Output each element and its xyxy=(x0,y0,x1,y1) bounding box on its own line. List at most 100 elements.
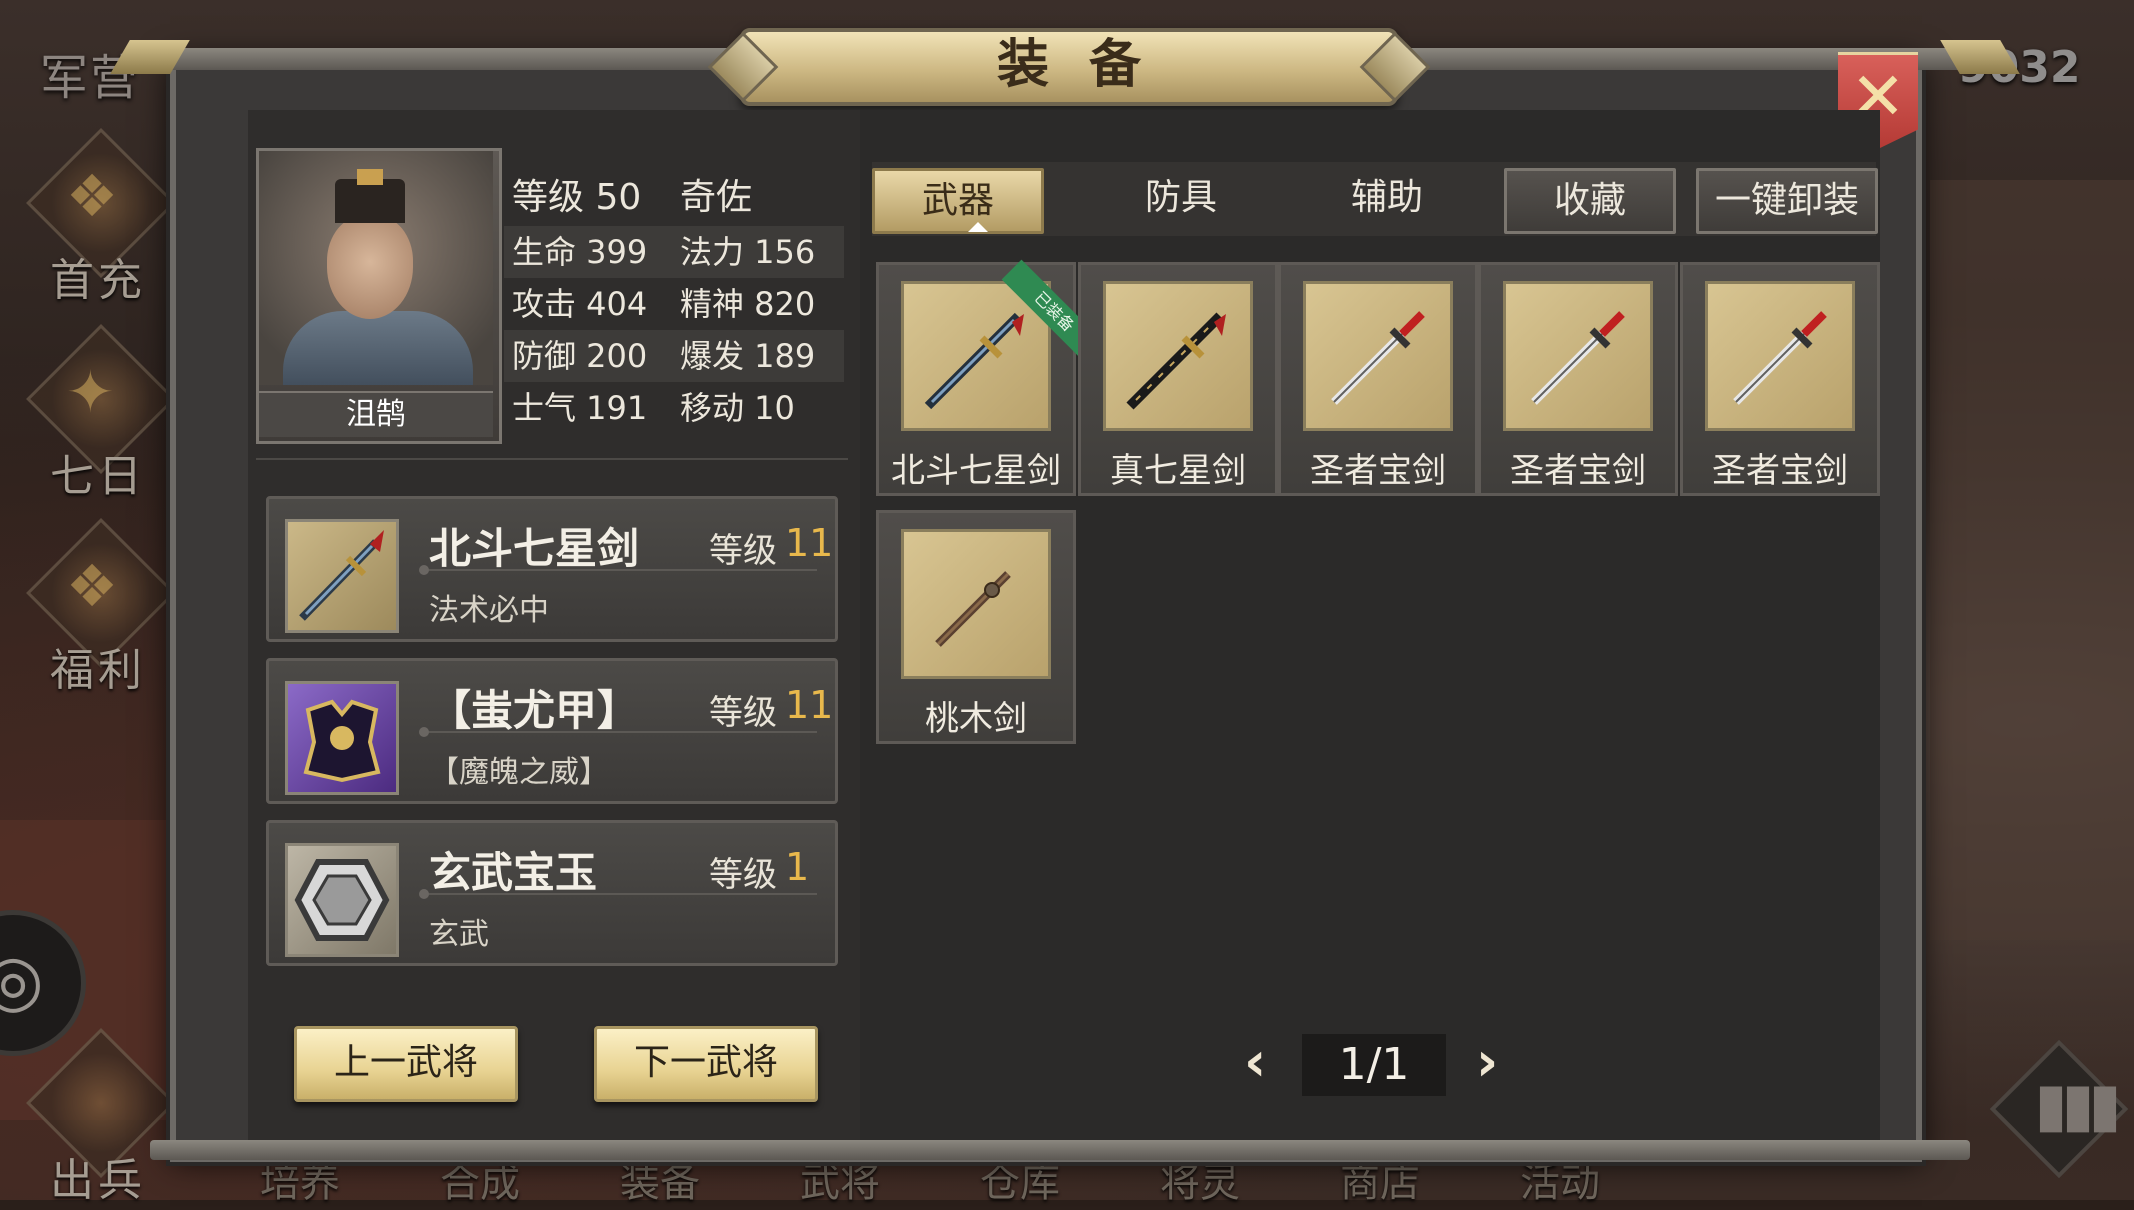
equipped-armor-card[interactable]: 【蚩尤甲】 等级 11 【魔魄之威】 xyxy=(266,658,838,804)
stat-row: 生命 399 法力 156 xyxy=(504,226,844,278)
page-indicator: 1/1 xyxy=(1302,1034,1446,1096)
inventory-item[interactable]: 真七星剑 xyxy=(1078,262,1278,496)
inventory-item-name: 圣者宝剑 xyxy=(1310,451,1446,491)
gem-icon xyxy=(285,843,399,957)
equipped-item-desc: 法术必中 xyxy=(429,593,549,628)
inventory-item[interactable]: 圣者宝剑 xyxy=(1680,262,1880,496)
card-separator-dot xyxy=(419,889,429,899)
stat-spirit: 精神 820 xyxy=(680,285,816,323)
next-hero-button[interactable]: 下一武将 xyxy=(594,1026,818,1102)
card-separator xyxy=(425,731,817,733)
hero-portrait-image xyxy=(259,151,493,385)
sword-icon-graphic xyxy=(924,312,1024,410)
sword-icon-graphic xyxy=(1733,311,1827,405)
side-button-label: 首充 xyxy=(50,255,146,306)
equipped-item-level-label: 等级 xyxy=(709,855,777,895)
equipped-item-name: 【蚩尤甲】 xyxy=(429,686,640,735)
inventory-item-name: 真七星剑 xyxy=(1110,451,1246,491)
scene-building xyxy=(1930,180,2134,940)
wooden-sword-icon-graphic xyxy=(935,571,1011,647)
side-button-label: 七日 xyxy=(50,451,146,502)
portrait-robe xyxy=(283,311,473,385)
stat-mp: 法力 156 xyxy=(680,233,816,271)
page-next-arrow[interactable]: › xyxy=(1476,1030,1498,1093)
active-tab-caret xyxy=(968,222,988,232)
portrait-hat-ornament xyxy=(357,169,383,185)
section-divider xyxy=(256,458,848,460)
stat-attack: 攻击 404 xyxy=(512,285,648,323)
portrait-head xyxy=(327,215,413,319)
equipped-item-level: 11 xyxy=(785,683,834,727)
inventory-item[interactable]: 圣者宝剑 xyxy=(1478,262,1678,496)
sword-icon-graphic xyxy=(1126,312,1226,410)
card-separator xyxy=(425,569,817,571)
side-button-welfare[interactable]: ❖ 福利 xyxy=(18,518,178,700)
stat-defense: 防御 200 xyxy=(512,337,648,375)
wooden-sword-icon xyxy=(901,529,1051,679)
card-separator xyxy=(425,893,817,895)
armor-icon xyxy=(285,681,399,795)
stat-burst: 爆发 189 xyxy=(680,337,816,375)
sword-icon-graphic xyxy=(1531,311,1625,405)
equipped-accessory-card[interactable]: 玄武宝玉 等级 1 玄武 xyxy=(266,820,838,966)
side-button-label: 福利 xyxy=(50,645,146,696)
treasure-chest-icon-glyph: ❖ xyxy=(66,552,118,620)
stat-row: 等级 50 奇佐 xyxy=(504,170,844,226)
equipped-item-name: 北斗七星剑 xyxy=(429,524,640,573)
equipped-item-level-label: 等级 xyxy=(709,693,777,733)
equipped-item-desc: 玄武 xyxy=(429,917,489,952)
panel-bottom-border xyxy=(150,1140,1970,1160)
gift-box-icon-glyph: ❖ xyxy=(66,162,118,230)
inventory-item[interactable]: 桃木剑 xyxy=(876,510,1076,744)
hero-name: 沮鹄 xyxy=(259,391,493,437)
page-prev-arrow[interactable]: ‹ xyxy=(1244,1030,1266,1093)
armor-icon-graphic xyxy=(303,699,381,783)
hero-portrait[interactable]: 沮鹄 xyxy=(256,148,502,444)
equipped-item-level: 11 xyxy=(785,521,834,565)
equipped-item-name: 玄武宝玉 xyxy=(429,848,598,897)
inventory-item-name: 圣者宝剑 xyxy=(1712,451,1848,491)
equipped-weapon-card[interactable]: 北斗七星剑 等级 11 法术必中 xyxy=(266,496,838,642)
panel-title-plate: 装备 xyxy=(740,28,1398,106)
side-button-seven-days[interactable]: ✦ 七日 xyxy=(18,324,178,506)
inventory-item[interactable]: 圣者宝剑 xyxy=(1278,262,1478,496)
prev-hero-button[interactable]: 上一武将 xyxy=(294,1026,518,1102)
side-button-first-recharge[interactable]: ❖ 首充 xyxy=(18,128,178,310)
tab-accessory[interactable]: 辅助 xyxy=(1304,168,1470,228)
sword-icon-graphic xyxy=(299,530,384,621)
sword-icon-graphic xyxy=(1331,311,1425,405)
sword-icon xyxy=(285,519,399,633)
panel-title: 装备 xyxy=(996,34,1181,95)
portrait-hat xyxy=(335,179,405,223)
stat-row: 防御 200 爆发 189 xyxy=(504,330,844,382)
sword-icon xyxy=(1705,281,1855,431)
inventory-item[interactable]: 已装备 北斗七星剑 xyxy=(876,259,1107,496)
tab-weapon[interactable]: 武器 xyxy=(872,168,1044,234)
tab-favorites[interactable]: 收藏 xyxy=(1504,168,1676,234)
equipped-item-level: 1 xyxy=(785,845,810,889)
sword-icon xyxy=(1503,281,1653,431)
inventory-item-name: 圣者宝剑 xyxy=(1510,451,1646,491)
stat-row: 士气 191 移动 10 xyxy=(504,382,844,434)
equipped-item-desc: 【魔魄之威】 xyxy=(429,755,609,790)
stat-row: 攻击 404 精神 820 xyxy=(504,278,844,330)
spiral-icon: ◎ xyxy=(0,939,44,1021)
unequip-all-button[interactable]: 一键卸装 xyxy=(1696,168,1878,234)
sword-icon xyxy=(1103,281,1253,431)
sword-icon xyxy=(1303,281,1453,431)
stat-hp: 生命 399 xyxy=(512,233,648,271)
side-button-deploy[interactable]: 出兵 xyxy=(18,1028,178,1210)
gem-icon-graphic xyxy=(294,859,390,941)
equipped-item-level-label: 等级 xyxy=(709,531,777,571)
menu-bars-icon: ▮▮▮ xyxy=(2034,1070,2121,1140)
hero-stats: 等级 50 奇佐 生命 399 法力 156 攻击 404 精神 820 防御 … xyxy=(504,170,844,434)
inventory-item-name: 桃木剑 xyxy=(925,699,1027,739)
scroll-icon-glyph: ✦ xyxy=(66,358,115,426)
stat-level: 等级 50 xyxy=(512,177,642,218)
inventory-item-name: 北斗七星剑 xyxy=(891,451,1061,491)
card-separator-dot xyxy=(419,727,429,737)
card-separator-dot xyxy=(419,565,429,575)
stat-move: 移动 10 xyxy=(680,389,795,427)
sword-icon: 已装备 xyxy=(901,259,1107,431)
tab-armor[interactable]: 防具 xyxy=(1098,168,1264,228)
